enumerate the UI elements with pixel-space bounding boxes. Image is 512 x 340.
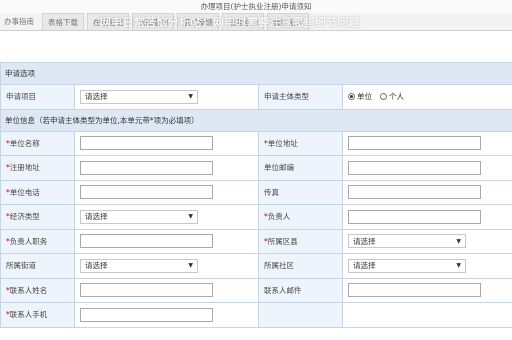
street-select[interactable]: 请选择 ▼ [80,258,198,273]
econ-type-label: 经济类型 [9,212,40,222]
contact-name-input[interactable] [80,283,213,298]
section-options-title: 申请选项 [0,62,512,85]
dropdown-arrow-icon: ▼ [188,213,193,221]
contact-mobile-label: 联系人手机 [9,310,48,320]
page-title: 办理项目(护士执业注册)申请须知 [0,0,512,13]
fax-input[interactable] [348,185,481,200]
fax-label: 传真 [258,179,343,205]
contact-name-label: 联系人姓名 [9,285,48,295]
community-label: 所属社区 [258,253,343,279]
contact-mobile-input[interactable] [80,307,213,322]
unit-postcode-input[interactable] [348,160,481,175]
district-select[interactable]: 请选择 ▼ [348,234,466,249]
reg-address-input[interactable] [80,160,213,175]
tab-feedback[interactable]: 意见反馈 [177,13,219,30]
tab-download[interactable]: 表格下载 [42,13,84,30]
radio-person[interactable]: 个人 [380,91,404,102]
dropdown-arrow-icon: ▼ [456,237,461,245]
tab-consult[interactable]: 我要咨询 [222,13,264,30]
leader-title-input[interactable] [80,234,213,249]
unit-postcode-label: 单位邮编 [258,155,343,181]
tab-complaint[interactable]: 我要投诉 [267,13,309,30]
subject-type-radio-group: 单位 个人 [348,91,512,102]
tab-guide[interactable]: 办事指南 [0,13,39,30]
application-form: 申请选项 申请项目 请选择 ▼ 申请主体类型 单位 个人 单位信息（若申请主体类… [0,62,512,328]
radio-checked-icon [348,93,355,101]
contact-email-label: 联系人邮件 [258,277,343,303]
unit-phone-label: 单位电话 [9,187,40,197]
section-unit-info-title: 单位信息（若申请主体类型为单位,本单元带*项为必填项） [0,108,512,132]
dropdown-arrow-icon: ▼ [456,262,461,270]
econ-type-select[interactable]: 请选择 ▼ [80,209,198,224]
apply-item-label: 申请项目 [0,84,75,110]
contact-email-input[interactable] [348,283,481,298]
radio-unit[interactable]: 单位 [348,91,372,102]
community-select[interactable]: 请选择 ▼ [348,258,466,273]
leader-label: 负责人 [267,212,291,222]
tab-bar: 办事指南 表格下载 在线登记 状态查询 意见反馈 我要咨询 我要投诉 [0,13,512,31]
subject-type-label: 申请主体类型 [258,84,343,110]
tab-online-register[interactable]: 在线登记 [87,13,129,30]
leader-input[interactable] [348,209,481,224]
dropdown-arrow-icon: ▼ [188,93,193,101]
unit-address-input[interactable] [348,136,481,151]
leader-title-label: 负责人职务 [9,236,48,246]
district-label: 所属区县 [267,236,298,246]
apply-item-select[interactable]: 请选择 ▼ [80,89,198,104]
reg-address-label: 注册地址 [9,163,40,173]
radio-unchecked-icon [380,93,387,101]
street-label: 所属街道 [0,253,75,279]
unit-address-label: 单位地址 [267,138,298,148]
unit-name-input[interactable] [80,136,213,151]
tab-status-query[interactable]: 状态查询 [132,13,174,30]
dropdown-arrow-icon: ▼ [188,262,193,270]
unit-name-label: 单位名称 [9,138,40,148]
unit-phone-input[interactable] [80,185,213,200]
